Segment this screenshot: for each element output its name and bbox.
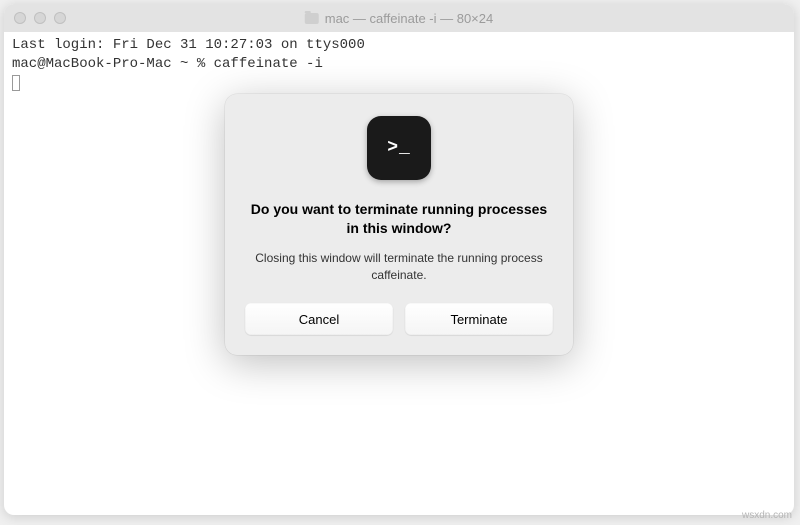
- dialog-body: Closing this window will terminate the r…: [245, 250, 553, 284]
- terminal-window: mac — caffeinate -i — 80×24 Last login: …: [4, 4, 794, 515]
- dialog-button-row: Cancel Terminate: [245, 303, 553, 335]
- terminate-dialog: >_ Do you want to terminate running proc…: [225, 94, 573, 355]
- modal-backdrop: >_ Do you want to terminate running proc…: [4, 4, 794, 515]
- terminal-app-icon: >_: [367, 116, 431, 180]
- cancel-button[interactable]: Cancel: [245, 303, 393, 335]
- watermark-text: wsxdn.com: [742, 510, 792, 521]
- terminate-button[interactable]: Terminate: [405, 303, 553, 335]
- dialog-title: Do you want to terminate running process…: [245, 200, 553, 238]
- terminal-glyph-icon: >_: [387, 139, 411, 157]
